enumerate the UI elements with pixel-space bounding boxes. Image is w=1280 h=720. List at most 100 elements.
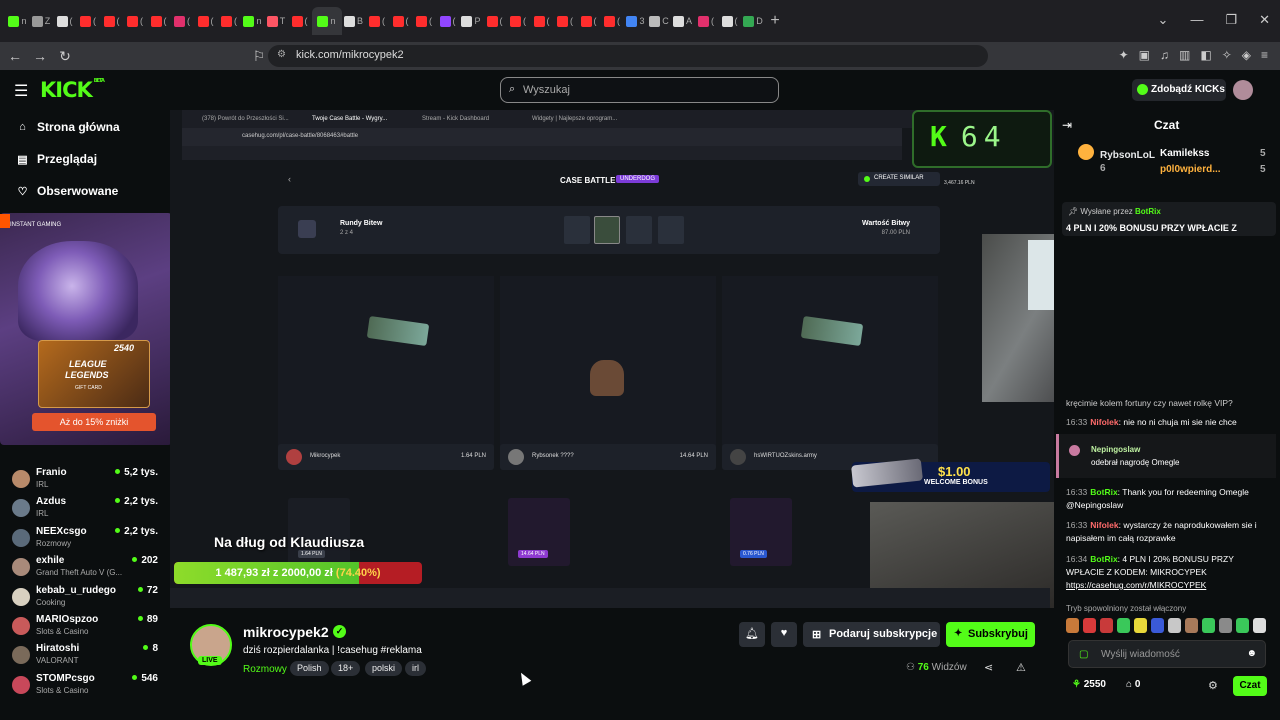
subscribe-button[interactable]: ✦ Subskrybuj bbox=[946, 622, 1035, 647]
browser-tab[interactable]: T bbox=[265, 7, 288, 35]
sidebar-channel-kebab_u_rudego[interactable]: kebab_u_rudego Cooking 72 bbox=[12, 585, 162, 613]
browser-tab[interactable]: P bbox=[460, 7, 483, 35]
chat-username[interactable]: BotRix bbox=[1090, 554, 1117, 564]
browser-tab[interactable]: ( bbox=[77, 7, 100, 35]
site-info-icon[interactable]: ⚙ bbox=[277, 49, 286, 60]
sidebar-channel-neexcsgo[interactable]: NEEXcsgo Rozmowy 2,2 tys. bbox=[12, 526, 162, 554]
browser-tab[interactable]: D bbox=[742, 7, 765, 35]
browser-tab[interactable]: ( bbox=[53, 7, 76, 35]
browser-tab[interactable]: n bbox=[311, 7, 342, 35]
emote-icon[interactable] bbox=[1151, 618, 1164, 633]
browser-tab[interactable]: ( bbox=[366, 7, 389, 35]
sidebar-channel-stompcsgo[interactable]: STOMPcsgo Slots & Casino 546 bbox=[12, 673, 162, 701]
pinned-message[interactable]: 📌︎ Wysłane przez BotRix 4 PLN I 20% BONU… bbox=[1062, 202, 1276, 236]
sidebar-channel-mariospzoo[interactable]: MARIOspzoo Slots & Casino 89 bbox=[12, 614, 162, 642]
sidebar-channel-azdus[interactable]: Azdus IRL 2,2 tys. bbox=[12, 496, 162, 524]
chat-badge-icon[interactable]: ▢ bbox=[1079, 649, 1088, 660]
forward-icon[interactable]: → bbox=[30, 48, 50, 64]
browser-tab[interactable]: B bbox=[342, 7, 365, 35]
url-bar[interactable]: ⚙ kick.com/mikrocypek2 bbox=[268, 45, 988, 67]
tab-search-icon[interactable]: ⌄ bbox=[1158, 12, 1169, 28]
browser-tab[interactable]: ( bbox=[436, 7, 459, 35]
sidebar-channel-franio[interactable]: Franio IRL 5,2 tys. bbox=[12, 467, 162, 495]
chat-link[interactable]: https://casehug.com/r/MIKROCYPEK bbox=[1066, 580, 1206, 590]
bookmark-icon[interactable]: ⚐ bbox=[249, 48, 269, 65]
chat-username[interactable]: BotRix bbox=[1090, 487, 1117, 497]
user-avatar[interactable] bbox=[1233, 80, 1253, 100]
follow-heart-button[interactable]: ♥ bbox=[771, 622, 797, 647]
chat-username[interactable]: Nifolek bbox=[1090, 520, 1118, 530]
browser-tab[interactable]: ( bbox=[147, 7, 170, 35]
new-tab-icon[interactable]: + bbox=[765, 12, 785, 30]
reload-icon[interactable]: ↻ bbox=[55, 48, 75, 65]
stream-tag[interactable]: Polish bbox=[290, 661, 329, 676]
sidebar-item-browse[interactable]: ▤ Przeglądaj bbox=[16, 152, 97, 166]
browser-tab[interactable]: ( bbox=[171, 7, 194, 35]
collapse-chat-icon[interactable]: ⇥ bbox=[1062, 118, 1072, 132]
browser-tab[interactable]: n bbox=[6, 7, 29, 35]
browser-tab[interactable]: ( bbox=[124, 7, 147, 35]
browser-tab[interactable]: C bbox=[648, 7, 671, 35]
sidebar-channel-exhile[interactable]: exhile Grand Theft Auto V (G... 202 bbox=[12, 555, 162, 583]
sidebar-icon[interactable]: ▥ bbox=[1179, 48, 1190, 62]
close-window-icon[interactable]: ✕ bbox=[1259, 12, 1270, 28]
emote-icon[interactable] bbox=[1253, 618, 1266, 633]
emote-icon[interactable] bbox=[1083, 618, 1096, 633]
emote-icon[interactable] bbox=[1219, 618, 1232, 633]
browser-tab[interactable]: ( bbox=[695, 7, 718, 35]
browser-tab[interactable]: A bbox=[671, 7, 694, 35]
report-icon[interactable]: ⚠ bbox=[1016, 661, 1026, 674]
stream-tag[interactable]: 18+ bbox=[331, 661, 361, 676]
leo-icon[interactable]: ✧ bbox=[1222, 48, 1232, 62]
browser-tab[interactable]: Z bbox=[30, 7, 53, 35]
screenshot-icon[interactable]: ▣ bbox=[1139, 48, 1150, 62]
maximize-icon[interactable]: ❐ bbox=[1225, 12, 1237, 28]
browser-tab[interactable]: n bbox=[241, 7, 264, 35]
menu-icon[interactable]: ≡ bbox=[1261, 48, 1268, 62]
get-kicks-button[interactable]: Zdobądź KICKs bbox=[1132, 79, 1226, 101]
channel-points[interactable]: ⚘ 2550 bbox=[1072, 679, 1106, 690]
browser-tab[interactable]: ( bbox=[218, 7, 241, 35]
ad-offer-button[interactable]: Aż do 15% zniżki bbox=[32, 413, 156, 431]
bank-balance[interactable]: ⌂ 0 bbox=[1126, 679, 1140, 690]
back-icon[interactable]: ← bbox=[5, 48, 25, 64]
chat-input[interactable]: ▢ Wyślij wiadomość ☻ bbox=[1068, 640, 1266, 668]
browser-tab[interactable]: ( bbox=[288, 7, 311, 35]
browser-tab[interactable]: ( bbox=[100, 7, 123, 35]
extensions-icon[interactable]: ✦ bbox=[1119, 48, 1129, 62]
minimize-icon[interactable]: — bbox=[1190, 12, 1203, 28]
emoji-icon[interactable]: ☻ bbox=[1246, 648, 1257, 659]
browser-tab[interactable]: ( bbox=[530, 7, 553, 35]
browser-tab[interactable]: ( bbox=[389, 7, 412, 35]
emote-icon[interactable] bbox=[1236, 618, 1249, 633]
video-player[interactable]: (378) Powrót do Przeszłości Si... Twoje … bbox=[170, 110, 1054, 608]
browser-tab[interactable]: ( bbox=[507, 7, 530, 35]
emote-icon[interactable] bbox=[1202, 618, 1215, 633]
notification-bell-button[interactable]: 🔔︎ bbox=[739, 622, 765, 647]
browser-tab[interactable]: ( bbox=[718, 7, 741, 35]
sidebar-channel-hiratoshi[interactable]: Hiratoshi VALORANT 8 bbox=[12, 643, 162, 671]
kick-logo[interactable]: KICK BETA bbox=[40, 78, 105, 102]
browser-tab[interactable]: ( bbox=[413, 7, 436, 35]
search-input[interactable]: ⌕ Wyszukaj bbox=[500, 77, 779, 103]
stream-tag[interactable]: polski bbox=[365, 661, 403, 676]
emote-icon[interactable] bbox=[1117, 618, 1130, 633]
vpn-icon[interactable]: ◈ bbox=[1242, 48, 1251, 62]
emote-icon[interactable] bbox=[1100, 618, 1113, 633]
emote-icon[interactable] bbox=[1185, 618, 1198, 633]
chat-username[interactable]: Nifolek bbox=[1090, 417, 1118, 427]
browser-tab[interactable]: ( bbox=[601, 7, 624, 35]
ad-banner[interactable]: INSTANT GAMING LEAGUE LEGENDS GIFT CARD … bbox=[0, 213, 172, 445]
emote-icon[interactable] bbox=[1134, 618, 1147, 633]
emote-icon[interactable] bbox=[1168, 618, 1181, 633]
chat-send-button[interactable]: Czat bbox=[1233, 676, 1267, 696]
media-icon[interactable]: ♫ bbox=[1160, 48, 1169, 62]
stream-category-link[interactable]: Rozmowy bbox=[243, 664, 287, 675]
emote-icon[interactable] bbox=[1066, 618, 1079, 633]
browser-tab[interactable]: ( bbox=[194, 7, 217, 35]
browser-tab[interactable]: ( bbox=[577, 7, 600, 35]
stream-tag[interactable]: irl bbox=[405, 661, 426, 676]
browser-tab[interactable]: ( bbox=[483, 7, 506, 35]
chat-settings-icon[interactable]: ⚙ bbox=[1208, 679, 1218, 692]
sidebar-item-following[interactable]: ♡ Obserwowane bbox=[16, 184, 119, 198]
